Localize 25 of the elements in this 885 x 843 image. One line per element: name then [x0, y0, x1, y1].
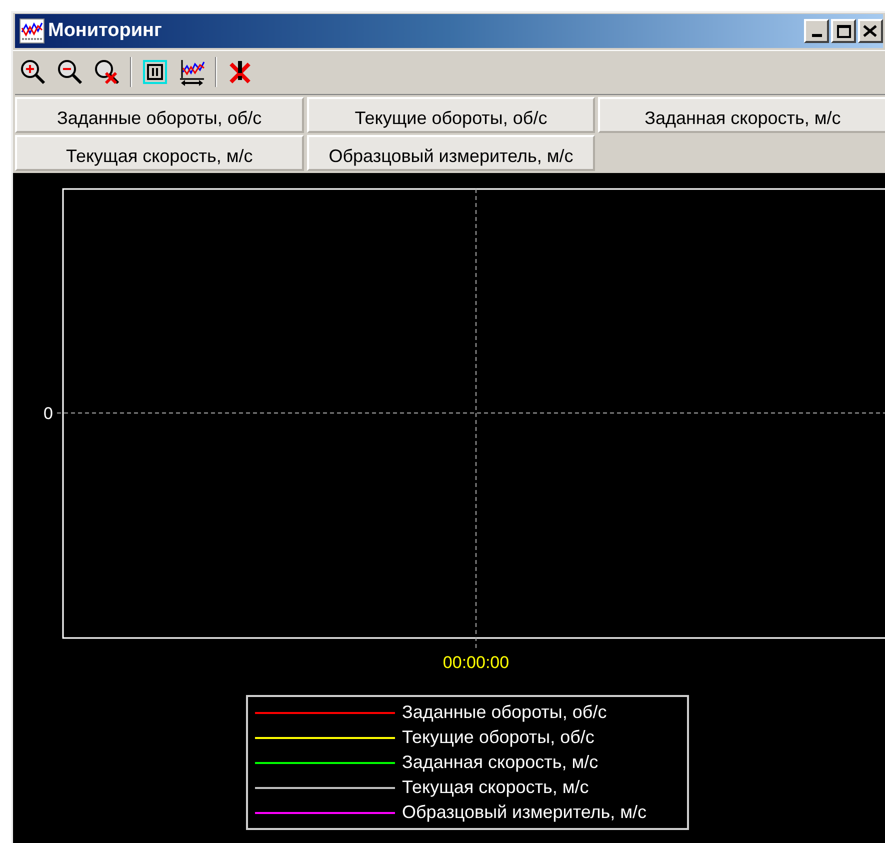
zoom-reset-icon[interactable] [93, 58, 121, 86]
minimize-button[interactable] [804, 19, 829, 43]
channel-button[interactable]: Текущие обороты, об/с [306, 97, 596, 133]
channel-button[interactable]: Образцовый измеритель, м/с [306, 135, 596, 171]
zoom-out-icon[interactable] [56, 58, 84, 86]
close-icon [863, 25, 877, 37]
legend-label: Текущие обороты, об/с [402, 726, 594, 749]
maximize-icon [836, 24, 850, 38]
close-button[interactable] [858, 19, 883, 43]
zoom-in-icon[interactable] [19, 58, 47, 86]
maximize-button[interactable] [831, 19, 856, 43]
app-icon [19, 18, 45, 44]
channel-button[interactable]: Текущая скорость, м/с [15, 135, 304, 171]
channel-button[interactable]: Заданные обороты, об/с [15, 97, 304, 133]
y-tick-label: 0 [44, 404, 53, 423]
window-title: Мониторинг [48, 18, 162, 43]
x-tick-label: 00:00:00 [442, 653, 510, 672]
chart-icon[interactable] [178, 58, 206, 86]
legend-label: Заданная скорость, м/с [402, 751, 598, 774]
channel-button[interactable]: Заданная скорость, м/с [598, 97, 885, 133]
minimize-icon [812, 34, 822, 37]
legend-label: Образцовый измеритель, м/с [402, 801, 647, 824]
legend-label: Текущая скорость, м/с [402, 776, 589, 799]
legend-label: Заданные обороты, об/с [402, 701, 607, 724]
pause-icon[interactable] [141, 58, 169, 86]
